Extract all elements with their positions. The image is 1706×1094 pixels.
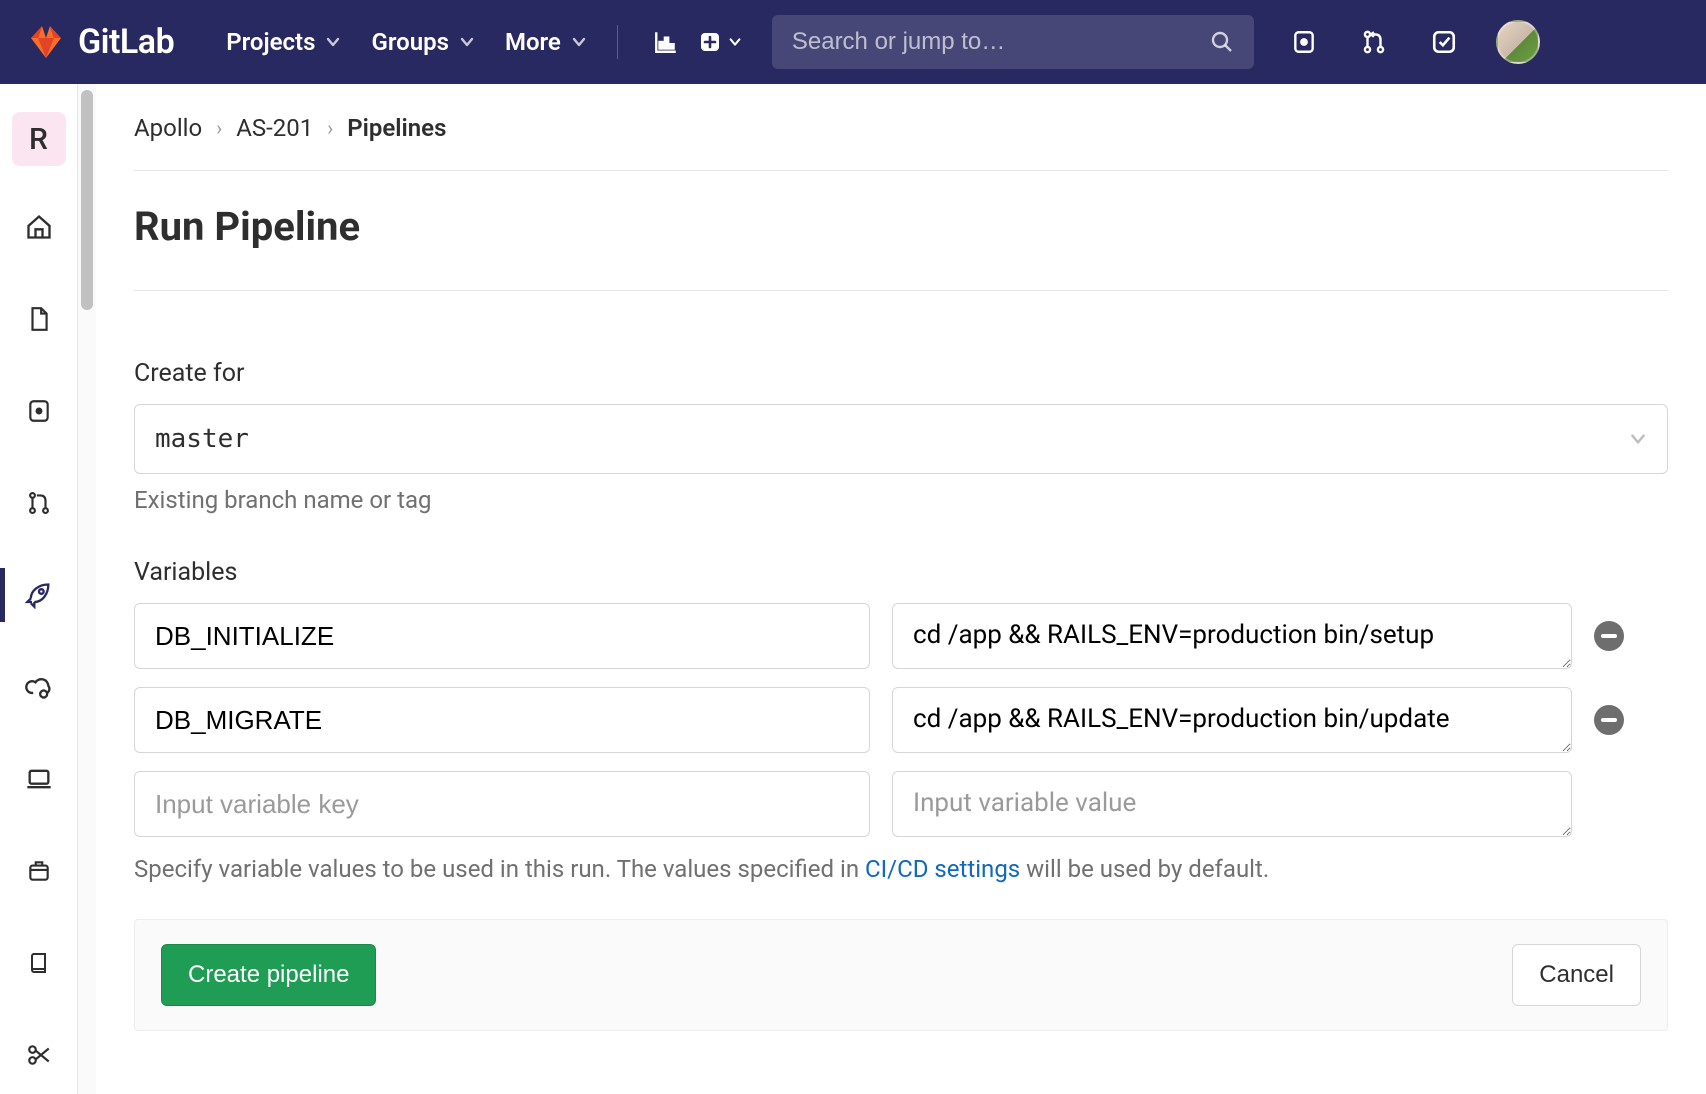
variables-label: Variables bbox=[134, 558, 1668, 587]
issues-icon bbox=[1291, 29, 1317, 55]
chevron-right-icon: › bbox=[327, 116, 333, 140]
nav-right-icons bbox=[1286, 20, 1540, 64]
nav-groups-label: Groups bbox=[371, 28, 448, 56]
nav-more-label: More bbox=[505, 28, 561, 56]
sidebar-scrollbar[interactable] bbox=[78, 84, 96, 1094]
nav-icon-group-left bbox=[648, 24, 738, 60]
variable-row-empty bbox=[134, 771, 1668, 837]
activity-chart-button[interactable] bbox=[648, 24, 684, 60]
breadcrumb: Apollo › AS-201 › Pipelines bbox=[134, 114, 1668, 142]
issues-icon bbox=[26, 398, 52, 424]
remove-variable-button[interactable] bbox=[1594, 621, 1624, 651]
chevron-down-icon bbox=[1629, 430, 1647, 448]
branch-hint: Existing branch name or tag bbox=[134, 486, 1668, 514]
sidebar-item-issues[interactable] bbox=[0, 372, 78, 450]
global-search[interactable] bbox=[772, 15, 1254, 69]
nav-projects[interactable]: Projects bbox=[226, 28, 341, 56]
sidebar-item-project-home[interactable] bbox=[0, 188, 78, 266]
create-new-button[interactable] bbox=[702, 24, 738, 60]
variable-value-input[interactable] bbox=[892, 603, 1572, 669]
todos-shortcut[interactable] bbox=[1426, 24, 1462, 60]
breadcrumb-current: Pipelines bbox=[347, 114, 446, 142]
sidebar-item-merge-requests[interactable] bbox=[0, 464, 78, 542]
nav-more[interactable]: More bbox=[505, 28, 587, 56]
breadcrumb-project[interactable]: AS-201 bbox=[236, 114, 313, 142]
nav-links: Projects Groups More bbox=[226, 28, 587, 56]
plus-icon bbox=[698, 30, 722, 54]
minus-icon bbox=[1601, 718, 1617, 722]
help-suffix: will be used by default. bbox=[1020, 855, 1269, 883]
brand-home[interactable]: GitLab bbox=[28, 22, 174, 62]
sidebar-item-operations[interactable] bbox=[0, 648, 78, 726]
project-badge[interactable]: R bbox=[0, 104, 78, 174]
create-pipeline-button[interactable]: Create pipeline bbox=[161, 944, 376, 1006]
variable-key-input[interactable] bbox=[134, 603, 870, 669]
brand-name: GitLab bbox=[78, 22, 174, 62]
file-icon bbox=[26, 306, 52, 332]
create-for-section: Create for master Existing branch name o… bbox=[134, 359, 1668, 514]
chart-icon bbox=[653, 29, 679, 55]
variable-row bbox=[134, 687, 1668, 753]
chevron-down-icon bbox=[728, 35, 742, 49]
gitlab-logo-icon bbox=[28, 24, 64, 60]
rocket-icon bbox=[25, 581, 53, 609]
branch-select[interactable]: master bbox=[134, 404, 1668, 474]
variable-value-input[interactable] bbox=[892, 687, 1572, 753]
sidebar-item-snippets[interactable] bbox=[0, 1016, 78, 1094]
cancel-button[interactable]: Cancel bbox=[1512, 944, 1641, 1006]
search-input[interactable] bbox=[792, 28, 1210, 56]
merge-request-icon bbox=[26, 490, 52, 516]
help-prefix: Specify variable values to be used in th… bbox=[134, 855, 865, 883]
chevron-down-icon bbox=[459, 34, 475, 50]
user-avatar[interactable] bbox=[1496, 20, 1540, 64]
minus-icon bbox=[1601, 634, 1617, 638]
package-icon bbox=[26, 858, 52, 884]
remove-variable-button[interactable] bbox=[1594, 705, 1624, 735]
main-content: Apollo › AS-201 › Pipelines Run Pipeline… bbox=[96, 84, 1706, 1094]
merge-requests-shortcut[interactable] bbox=[1356, 24, 1392, 60]
variable-value-input[interactable] bbox=[892, 771, 1572, 837]
variable-key-input[interactable] bbox=[134, 771, 870, 837]
project-sidebar: R bbox=[0, 84, 78, 1094]
nav-groups[interactable]: Groups bbox=[371, 28, 474, 56]
sidebar-item-ci-cd[interactable] bbox=[0, 556, 78, 634]
scrollbar-thumb[interactable] bbox=[81, 90, 93, 310]
breadcrumb-root[interactable]: Apollo bbox=[134, 114, 202, 142]
page-title: Run Pipeline bbox=[134, 203, 1668, 250]
variable-key-input[interactable] bbox=[134, 687, 870, 753]
nav-separator bbox=[617, 25, 618, 59]
branch-value: master bbox=[155, 424, 249, 454]
sidebar-item-registry[interactable] bbox=[0, 740, 78, 818]
chevron-down-icon bbox=[571, 34, 587, 50]
create-for-label: Create for bbox=[134, 359, 1668, 388]
divider bbox=[134, 290, 1668, 291]
scissors-icon bbox=[26, 1042, 52, 1068]
variables-help-text: Specify variable values to be used in th… bbox=[134, 855, 1668, 883]
cloud-gear-icon bbox=[25, 673, 53, 701]
sidebar-item-packages[interactable] bbox=[0, 832, 78, 910]
issues-shortcut[interactable] bbox=[1286, 24, 1322, 60]
project-initial: R bbox=[12, 112, 66, 166]
search-icon bbox=[1210, 30, 1234, 54]
nav-projects-label: Projects bbox=[226, 28, 315, 56]
home-icon bbox=[25, 213, 53, 241]
book-icon bbox=[27, 950, 51, 976]
ci-cd-settings-link[interactable]: CI/CD settings bbox=[865, 855, 1020, 883]
variables-section: Variables Specify va bbox=[134, 558, 1668, 883]
laptop-icon bbox=[25, 765, 53, 793]
sidebar-item-wiki[interactable] bbox=[0, 924, 78, 1002]
chevron-right-icon: › bbox=[216, 116, 222, 140]
divider bbox=[134, 170, 1668, 171]
chevron-down-icon bbox=[325, 34, 341, 50]
form-actions: Create pipeline Cancel bbox=[134, 919, 1668, 1031]
todo-icon bbox=[1431, 29, 1457, 55]
merge-request-icon bbox=[1361, 29, 1387, 55]
variable-row bbox=[134, 603, 1668, 669]
top-navbar: GitLab Projects Groups More bbox=[0, 0, 1706, 84]
sidebar-item-repository[interactable] bbox=[0, 280, 78, 358]
